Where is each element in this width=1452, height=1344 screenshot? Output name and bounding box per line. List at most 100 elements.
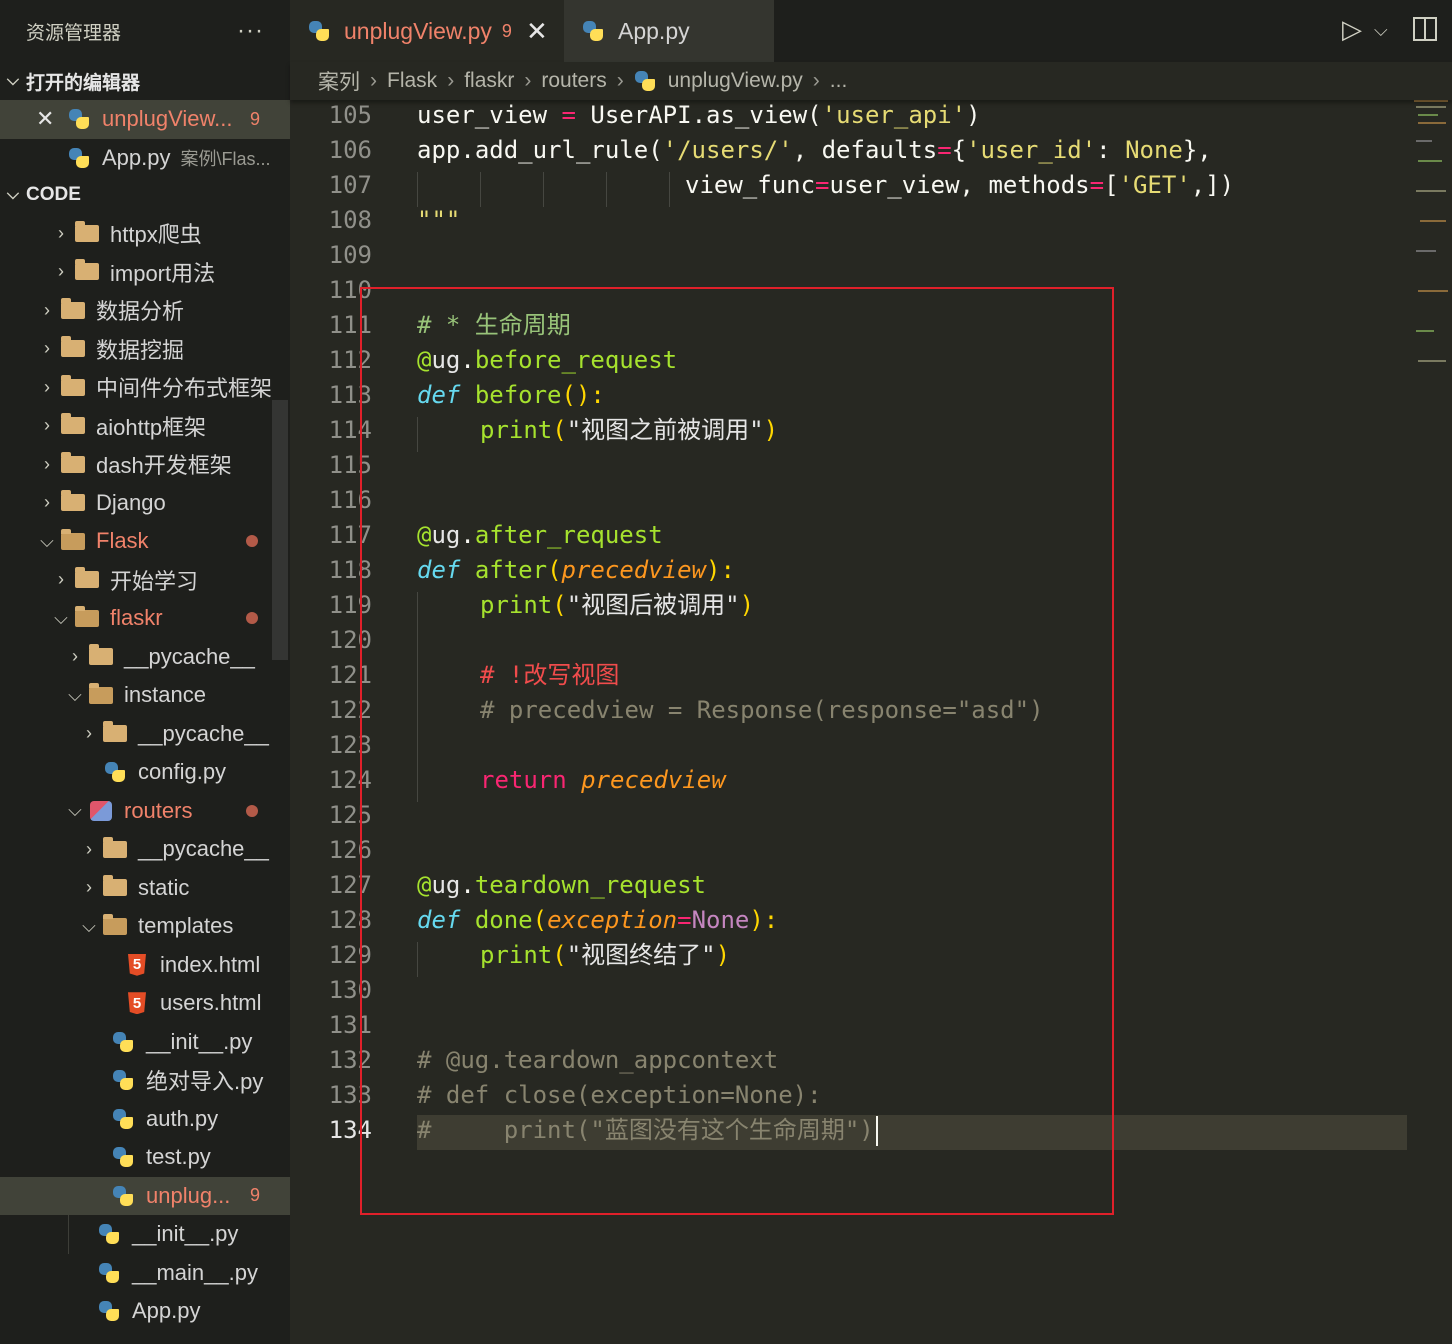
tree-label: __pycache__ bbox=[138, 720, 269, 746]
line-number: 120 bbox=[328, 626, 372, 654]
html5-icon: 5 bbox=[124, 953, 150, 976]
tree-folder[interactable]: › dash开发框架 bbox=[0, 445, 290, 484]
python-icon bbox=[102, 761, 128, 783]
tree-file[interactable]: auth.py bbox=[0, 1100, 290, 1139]
tree-label: aiohttp框架 bbox=[96, 414, 207, 440]
tree-folder[interactable]: › 开始学习 bbox=[0, 561, 290, 600]
more-actions-button[interactable]: ··· bbox=[237, 17, 264, 45]
tree-label: 数据分析 bbox=[96, 299, 185, 325]
tree-label: test.py bbox=[146, 1144, 211, 1170]
python-icon bbox=[110, 1031, 136, 1053]
tree-file[interactable]: __main__.py bbox=[0, 1254, 290, 1293]
chevron-right-icon: › bbox=[72, 646, 78, 667]
breadcrumb-item[interactable]: unplugView.py bbox=[668, 69, 803, 93]
chevron-right-icon: › bbox=[86, 877, 92, 898]
close-icon[interactable]: ✕ bbox=[526, 16, 548, 47]
tree-folder[interactable]: › __pycache__ bbox=[0, 715, 290, 754]
code-line-118: def after(precedview): bbox=[417, 556, 735, 584]
line-number: 110 bbox=[328, 276, 372, 304]
tree-label: httpx爬虫 bbox=[110, 222, 202, 248]
tree-file[interactable]: config.py bbox=[0, 753, 290, 792]
close-icon[interactable]: ✕ bbox=[36, 106, 66, 132]
line-number: 108 bbox=[328, 206, 372, 234]
tree-file[interactable]: 绝对导入.py bbox=[0, 1061, 290, 1100]
python-icon bbox=[66, 108, 92, 130]
breadcrumb-item[interactable]: ... bbox=[830, 69, 848, 93]
breadcrumb-item[interactable]: flaskr bbox=[464, 69, 514, 93]
chevron-down-icon: ⌵ bbox=[82, 915, 96, 936]
code-line-117: @ug.after_request bbox=[417, 521, 663, 549]
tree-file[interactable]: __init__.py bbox=[0, 1023, 290, 1062]
run-icon[interactable]: ▷ bbox=[1342, 14, 1362, 45]
sidebar-scrollbar[interactable] bbox=[272, 400, 288, 660]
explorer-header: 资源管理器 ··· bbox=[0, 0, 290, 62]
tree-folder[interactable]: › 数据分析 bbox=[0, 291, 290, 330]
chevron-down-icon[interactable]: ⌵ bbox=[1374, 20, 1388, 41]
breadcrumb-item[interactable]: routers bbox=[541, 69, 606, 93]
python-icon bbox=[96, 1300, 122, 1322]
tree-folder[interactable]: › __pycache__ bbox=[0, 638, 290, 677]
breadcrumb-item[interactable]: Flask bbox=[387, 69, 437, 93]
tree-label: dash开发框架 bbox=[96, 453, 232, 479]
tree-file[interactable]: 5 index.html bbox=[0, 946, 290, 985]
split-editor-icon[interactable] bbox=[1412, 16, 1438, 49]
tree-folder[interactable]: › aiohttp框架 bbox=[0, 407, 290, 446]
breadcrumb-item[interactable]: 案列 bbox=[318, 66, 360, 96]
minimap[interactable] bbox=[1414, 100, 1452, 390]
tree-file-selected[interactable]: unplug... 9 bbox=[0, 1176, 290, 1215]
tab-app[interactable]: App.py bbox=[564, 0, 774, 62]
folder-icon bbox=[60, 336, 86, 360]
tree-label: Django bbox=[96, 489, 166, 515]
tree-folder[interactable]: › 数据挖掘 bbox=[0, 330, 290, 369]
indent-guide bbox=[417, 417, 418, 452]
templates-folder-icon bbox=[102, 913, 128, 937]
tree-label: Flask bbox=[96, 528, 149, 554]
tree-file[interactable]: test.py bbox=[0, 1138, 290, 1177]
tab-unplugview[interactable]: unplugView.py 9 ✕ bbox=[290, 0, 564, 62]
indent-guide bbox=[669, 172, 670, 207]
chevron-right-icon: › bbox=[58, 222, 64, 243]
python-icon bbox=[582, 20, 604, 42]
tree-folder[interactable]: › httpx爬虫 bbox=[0, 214, 290, 253]
tree-file[interactable]: 5 users.html bbox=[0, 984, 290, 1023]
code-line-122: # precedview = Response(response="asd") bbox=[480, 696, 1044, 724]
problem-badge: 9 bbox=[249, 108, 260, 129]
tab-label: App.py bbox=[618, 17, 690, 44]
line-number: 127 bbox=[328, 871, 372, 899]
tree-folder[interactable]: ⌵ templates bbox=[0, 907, 290, 946]
line-number: 116 bbox=[328, 486, 372, 514]
open-editor-label: unplugView... bbox=[102, 106, 233, 132]
indent-guide bbox=[417, 172, 418, 207]
code-line-121: # !改写视图 bbox=[480, 661, 620, 689]
python-icon bbox=[66, 147, 92, 169]
open-editors-section[interactable]: ⌵ 打开的编辑器 bbox=[0, 62, 290, 100]
tree-file[interactable]: App.py bbox=[0, 1292, 290, 1331]
code-line-124: return precedview bbox=[480, 766, 726, 794]
code-line-106: app.add_url_rule('/users/', defaults={'u… bbox=[417, 136, 1212, 164]
tree-folder[interactable]: › __pycache__ bbox=[0, 830, 290, 869]
tree-folder[interactable]: › Django bbox=[0, 484, 290, 523]
open-editor-item[interactable]: ✕ unplugView... 9 bbox=[0, 100, 290, 139]
code-editor[interactable]: 105 106 107 108 109 110 111 112 113 114 115 116 117 1… bbox=[290, 100, 1452, 1344]
open-editor-item[interactable]: App.py 案例\Flas... bbox=[0, 139, 290, 178]
tree-folder[interactable]: ⌵ flaskr bbox=[0, 599, 290, 638]
workspace-section[interactable]: ⌵ CODE bbox=[0, 176, 290, 214]
tree-folder[interactable]: ⌵ Flask bbox=[0, 522, 290, 561]
tree-folder[interactable]: ⌵ instance bbox=[0, 676, 290, 715]
tree-file[interactable]: __init__.py bbox=[0, 1215, 290, 1254]
tree-folder[interactable]: › static bbox=[0, 869, 290, 908]
tree-folder[interactable]: ⌵ routers bbox=[0, 792, 290, 831]
chevron-down-icon: ⌵ bbox=[68, 800, 82, 821]
line-number: 113 bbox=[328, 381, 372, 409]
code-line-134: # print("蓝图没有这个生命周期") bbox=[417, 1113, 878, 1148]
tree-label: __pycache__ bbox=[138, 836, 269, 862]
tree-folder[interactable]: › 中间件分布式框架 bbox=[0, 368, 290, 407]
folder-icon bbox=[74, 259, 100, 283]
line-number: 107 bbox=[328, 171, 372, 199]
explorer-sidebar: 资源管理器 ··· ⌵ 打开的编辑器 ✕ unplugView... 9 App… bbox=[0, 0, 290, 1344]
folder-open-icon bbox=[88, 682, 114, 706]
editor-tab-bar: unplugView.py 9 ✕ App.py ▷ ⌵ bbox=[290, 0, 1452, 62]
tree-folder[interactable]: › import用法 bbox=[0, 253, 290, 292]
chevron-right-icon: › bbox=[44, 453, 50, 474]
indent-guide bbox=[480, 172, 481, 207]
